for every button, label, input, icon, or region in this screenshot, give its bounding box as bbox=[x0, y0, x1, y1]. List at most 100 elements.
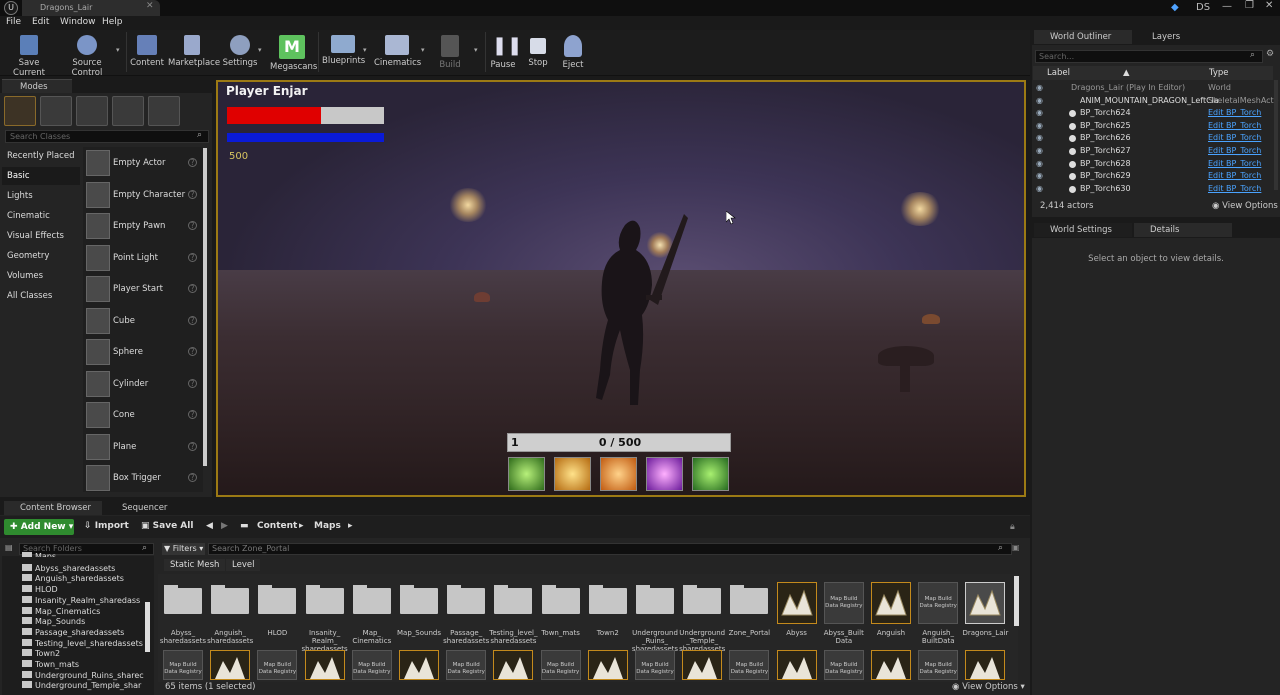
user-initials[interactable]: DS bbox=[1196, 2, 1210, 13]
help-icon[interactable]: ? bbox=[188, 189, 197, 199]
tab-details[interactable]: Details bbox=[1134, 223, 1232, 237]
asset-tile[interactable] bbox=[587, 650, 628, 680]
category-all-classes[interactable]: All Classes bbox=[2, 287, 80, 305]
blueprints-button[interactable]: Blueprints bbox=[322, 33, 365, 75]
save-current-button[interactable]: Save Current bbox=[4, 33, 54, 78]
outliner-row[interactable]: ◉ BP_Torch627 Edit BP_Torch bbox=[1033, 145, 1273, 158]
asset-tile[interactable]: Map Build Data Registry bbox=[351, 650, 392, 680]
edit-blueprint-link[interactable]: Edit BP_Torch bbox=[1208, 184, 1261, 193]
place-mode-icon[interactable] bbox=[4, 96, 36, 126]
asset-tile[interactable]: Town_mats bbox=[539, 578, 583, 648]
green-slash-skill-icon[interactable] bbox=[692, 457, 729, 491]
outliner-row[interactable]: ◉ BP_Torch626 Edit BP_Torch bbox=[1033, 132, 1273, 145]
breadcrumb-arrow-icon[interactable]: ▸ bbox=[299, 521, 304, 531]
help-icon[interactable]: ? bbox=[188, 378, 197, 388]
category-basic[interactable]: Basic bbox=[2, 167, 80, 185]
menu-window[interactable]: Window bbox=[60, 17, 96, 27]
geometry-mode-icon[interactable] bbox=[148, 96, 180, 126]
save-all-button[interactable]: ▣ Save All bbox=[141, 521, 193, 531]
megascans-button[interactable]: M Megascans bbox=[270, 33, 317, 75]
category-cinematic[interactable]: Cinematic bbox=[2, 207, 80, 225]
foliage-mode-icon[interactable] bbox=[112, 96, 144, 126]
asset-tile[interactable]: Map Build Data Registry bbox=[163, 650, 203, 680]
help-icon[interactable]: ? bbox=[188, 347, 197, 356]
breadcrumb-arrow-icon[interactable]: ▸ bbox=[348, 521, 353, 531]
stop-button[interactable]: Stop bbox=[525, 33, 551, 75]
build-caret-icon[interactable]: ▾ bbox=[474, 46, 478, 54]
asset-tile[interactable]: Anguish bbox=[869, 578, 913, 648]
filter-chip-level[interactable]: Level bbox=[226, 559, 261, 571]
save-search-icon[interactable]: ▣ bbox=[1012, 543, 1020, 552]
help-icon[interactable]: ? bbox=[188, 410, 197, 419]
visibility-eye-icon[interactable]: ◉ bbox=[1036, 171, 1043, 180]
outliner-search-input[interactable]: Search... bbox=[1035, 50, 1263, 63]
category-geometry[interactable]: Geometry bbox=[2, 247, 80, 265]
source-control-caret-icon[interactable]: ▾ bbox=[116, 46, 120, 54]
asset-tile[interactable]: Map_ Cinematics bbox=[350, 578, 394, 648]
asset-tile[interactable] bbox=[871, 650, 911, 680]
placeable-cylinder[interactable]: Cylinder? bbox=[84, 369, 202, 399]
asset-tile[interactable]: Map_Sounds bbox=[397, 578, 441, 648]
outliner-row[interactable]: ◉ ANIM_MOUNTAIN_DRAGON_LeftCla SkeletalMes… bbox=[1033, 95, 1279, 108]
edit-blueprint-link[interactable]: Edit BP_Torch bbox=[1208, 133, 1261, 142]
visibility-eye-icon[interactable]: ◉ bbox=[1036, 96, 1043, 105]
forward-arrow-icon[interactable]: ▶ bbox=[221, 521, 228, 531]
tab-layers[interactable]: Layers bbox=[1136, 30, 1228, 44]
modes-tab[interactable]: Modes bbox=[2, 79, 72, 93]
search-icon[interactable]: ⌕ bbox=[998, 543, 1003, 553]
tree-folder-item[interactable]: Abyss_sharedassets bbox=[22, 563, 115, 574]
placeable-empty-actor[interactable]: Empty Actor? bbox=[84, 148, 202, 178]
category-volumes[interactable]: Volumes bbox=[2, 267, 80, 285]
help-icon[interactable]: ? bbox=[188, 473, 197, 482]
tree-folder-item[interactable]: Passage_sharedassets bbox=[22, 627, 124, 638]
paint-mode-icon[interactable] bbox=[40, 96, 72, 126]
settings-gear-icon[interactable]: ⚙ bbox=[1266, 49, 1274, 59]
asset-tile[interactable]: Map Build Data Registry Anguish_ BuiltDat… bbox=[916, 578, 960, 648]
placeable-empty-character[interactable]: Empty Character? bbox=[84, 180, 202, 210]
tree-folder-item[interactable]: Map_Sounds bbox=[22, 616, 85, 627]
import-button[interactable]: ⇩ Import bbox=[84, 521, 129, 531]
asset-tile[interactable] bbox=[493, 650, 534, 680]
placeable-point-light[interactable]: Point Light? bbox=[84, 243, 202, 273]
asset-tile[interactable]: Map Build Data Registry Abyss_Built Data bbox=[822, 578, 866, 648]
asset-tile[interactable]: HLOD bbox=[255, 578, 299, 648]
blueprints-caret-icon[interactable]: ▾ bbox=[363, 46, 367, 54]
search-classes-input[interactable]: Search Classes bbox=[5, 130, 209, 143]
settings-button[interactable]: Settings bbox=[222, 33, 258, 75]
sources-toggle-icon[interactable]: ▤ bbox=[5, 543, 13, 552]
asset-tile[interactable] bbox=[776, 650, 817, 680]
fire-slash-skill-icon[interactable] bbox=[600, 457, 637, 491]
search-icon[interactable]: ⌕ bbox=[142, 543, 147, 553]
tree-folder-item[interactable]: Map_Cinematics bbox=[22, 606, 100, 617]
help-icon[interactable]: ? bbox=[188, 315, 197, 325]
asset-tile[interactable]: Insanity_ Realm_ sharedassets bbox=[302, 578, 348, 653]
window-close-icon[interactable]: ✕ bbox=[1265, 0, 1273, 11]
asset-tile[interactable] bbox=[399, 650, 439, 680]
asset-tile[interactable]: Underground _Ruins_ sharedassets bbox=[632, 578, 678, 653]
category-lights[interactable]: Lights bbox=[2, 187, 80, 205]
purple-wings-skill-icon[interactable] bbox=[646, 457, 683, 491]
back-arrow-icon[interactable]: ◀ bbox=[206, 521, 213, 531]
minimize-icon[interactable]: — bbox=[1222, 1, 1232, 12]
asset-tile[interactable]: Map Build Data Registry bbox=[823, 650, 864, 680]
help-icon[interactable]: ? bbox=[188, 221, 197, 230]
tab-sequencer[interactable]: Sequencer bbox=[106, 501, 186, 515]
tree-folder-item[interactable]: Town_mats bbox=[22, 659, 79, 670]
modes-scrollbar[interactable] bbox=[203, 148, 207, 466]
asset-search-input[interactable]: Search Zone_Portal bbox=[208, 543, 1012, 555]
search-icon[interactable]: ⌕ bbox=[197, 130, 202, 140]
tree-folder-item[interactable]: Underground_Ruins_sharec bbox=[22, 670, 144, 681]
sort-ascending-icon[interactable]: ▲ bbox=[1123, 68, 1130, 78]
lock-icon[interactable]: 🔒︎ bbox=[1010, 522, 1015, 532]
outliner-row[interactable]: ◉ BP_Torch628 Edit BP_Torch bbox=[1033, 158, 1273, 171]
tab-world-settings[interactable]: World Settings bbox=[1034, 223, 1132, 237]
breadcrumb-content[interactable]: Content bbox=[257, 521, 297, 531]
cinematics-caret-icon[interactable]: ▾ bbox=[421, 46, 425, 54]
visibility-eye-icon[interactable]: ◉ bbox=[1036, 159, 1043, 168]
search-icon[interactable]: ⌕ bbox=[1250, 50, 1255, 60]
help-icon[interactable]: ? bbox=[188, 158, 197, 167]
outliner-row[interactable]: ◉ BP_Torch630 Edit BP_Torch bbox=[1033, 183, 1273, 196]
breadcrumb-maps[interactable]: Maps bbox=[314, 521, 341, 531]
edit-blueprint-link[interactable]: Edit BP_Torch bbox=[1208, 121, 1261, 130]
help-icon[interactable]: ? bbox=[188, 441, 197, 451]
